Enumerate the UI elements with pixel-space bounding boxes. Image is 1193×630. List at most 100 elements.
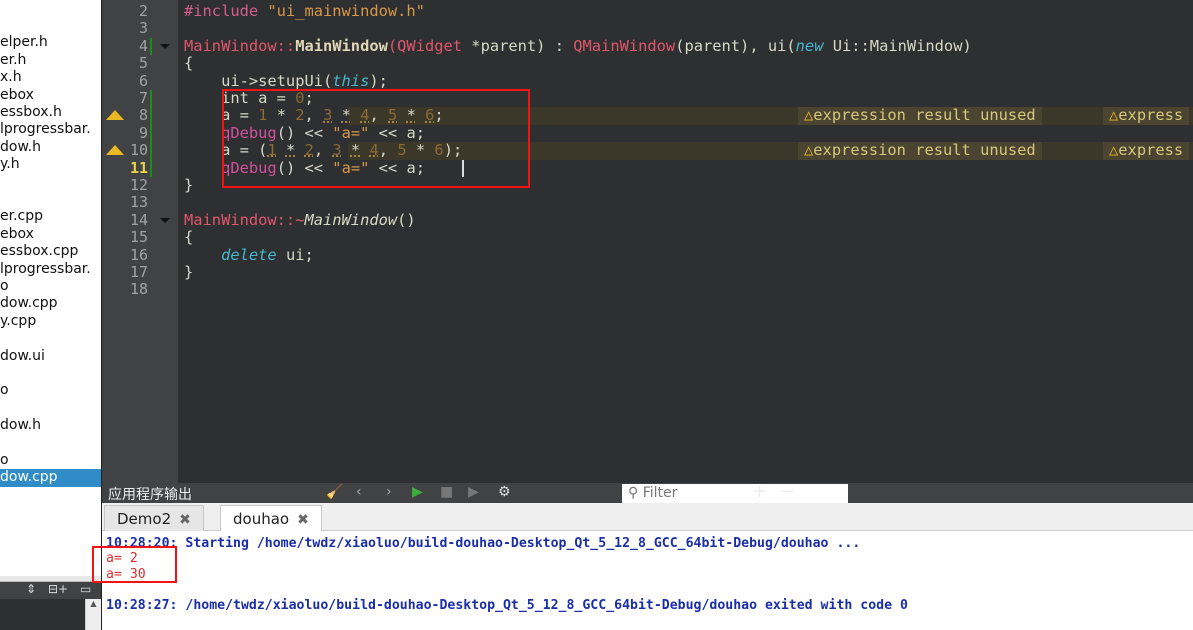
code-token: } [184,263,194,281]
file-item[interactable]: er.h [0,52,101,69]
code-editor[interactable]: #include "ui_mainwindow.h"MainWindow::Ma… [178,0,1193,483]
text-cursor [462,160,464,177]
tab-label: Demo2 [117,510,172,528]
vertical-scrollbar[interactable]: ▲ [85,599,101,630]
close-pane-icon[interactable]: ▭ [80,582,91,596]
file-item[interactable]: essbox.cpp [0,243,101,260]
code-token: new [795,36,833,55]
close-icon[interactable]: ✖ [297,512,309,528]
file-item[interactable]: x.h [0,69,101,86]
file-item[interactable]: essbox.h [0,104,101,121]
warning-annotation[interactable]: △express [1103,141,1190,160]
file-item[interactable]: dow.ui [0,348,101,365]
tab-douhao[interactable]: douhao ✖ [220,505,322,533]
code-token: QMainWindow [573,36,676,55]
gear-icon[interactable]: ⚙ [498,484,511,500]
tab-demo2[interactable]: Demo2 ✖ [104,505,204,532]
stop-icon[interactable]: ■ [440,484,453,500]
code-token: { [184,228,194,247]
file-item[interactable]: ebox [0,226,101,243]
output-panel-title: 应用程序输出 [108,487,192,503]
code-line[interactable]: { [184,54,193,72]
code-token: } [184,176,194,194]
change-marker [150,37,152,56]
warning-text: expression result unused [813,141,1036,160]
file-item[interactable]: lprogressbar. [0,261,101,278]
zoom-in-icon[interactable]: + [752,481,767,502]
file-item[interactable]: dow.cpp [0,295,101,312]
code-token: this [332,71,370,90]
code-token: Ui::MainWindow [832,36,963,55]
line-number: 15 [129,228,148,247]
code-line[interactable]: { [184,228,194,247]
file-item[interactable]: dow.h [0,139,101,156]
file-item[interactable]: y.cpp [0,313,101,330]
file-item[interactable]: dow.h [0,417,101,434]
split-icon[interactable]: ⊟+ [48,582,68,596]
close-icon[interactable]: ✖ [179,512,191,528]
code-token: () [397,210,416,229]
code-token: MainWindow::~ [184,210,305,229]
tab-label: douhao [233,510,290,528]
next-icon[interactable]: › [386,484,392,500]
file-item[interactable]: o [0,278,101,295]
file-item[interactable]: er.cpp [0,208,101,225]
warning-icon[interactable] [106,145,124,156]
file-item[interactable]: dow.cpp [0,469,101,487]
warning-icon: △ [804,141,814,160]
file-item[interactable]: y.h [0,156,101,173]
code-token: ) : [536,36,574,55]
code-line[interactable]: MainWindow::~MainWindow() [184,210,416,229]
line-number: 18 [129,280,148,299]
run-icon[interactable]: ▶ [412,484,423,500]
code-token: MainWindow:: [184,36,296,55]
prev-icon[interactable]: ‹ [356,484,362,500]
line-number: 4 [138,36,148,55]
output-highlight-box [92,546,177,583]
warning-icon: △ [804,106,814,125]
warning-annotation[interactable]: △expression result unused [798,106,1042,125]
warning-icon: △ [1109,141,1119,160]
sort-icon[interactable]: ⇕ [26,582,36,596]
code-token: ui->setupUi( [184,71,333,90]
code-token: ui; [276,245,314,264]
line-number: 7 [138,89,148,107]
fold-arrow-icon[interactable] [160,217,170,223]
file-item[interactable]: lprogressbar. [0,121,101,138]
code-token: (parent), ui( [675,36,796,55]
output-line: 10:28:27: /home/twdz/xiaoluo/build-douha… [106,597,908,613]
file-item[interactable]: elper.h [0,34,101,51]
search-icon: ⚲ [628,485,643,501]
line-number: 17 [129,263,148,281]
file-item[interactable]: ebox [0,87,101,104]
code-line[interactable]: MainWindow::MainWindow(QWidget *parent) … [184,36,972,55]
line-number: 3 [138,19,148,38]
project-tree[interactable]: elper.h er.h x.h ebox essbox.h lprogressbar. d… [0,0,101,576]
code-line[interactable]: } [184,263,194,281]
code-token: #include [184,2,268,20]
clear-icon[interactable]: 🧹 [326,484,343,500]
filter-input[interactable]: ⚲ Filter [622,484,848,503]
zoom-out-icon[interactable]: − [780,481,795,502]
warning-icon[interactable] [106,110,124,121]
code-line[interactable]: #include "ui_mainwindow.h" [184,2,425,20]
warning-annotation[interactable]: △expression result unused [798,141,1042,160]
code-token: MainWindow [304,210,398,229]
warning-icon: △ [1109,106,1119,125]
file-item[interactable]: o [0,382,101,399]
code-line[interactable]: delete ui; [184,245,314,264]
output-panel-header: 应用程序输出 🧹 ‹ › ▶ ■ ▶ ⚙ ⚲ Filter + − [102,481,1193,503]
line-number: 14 [129,210,148,229]
file-item[interactable]: o [0,452,101,469]
attach-debugger-icon[interactable]: ▶ [468,484,479,500]
fold-arrow-icon[interactable] [160,43,170,49]
line-number: 12 [129,176,148,194]
code-line[interactable]: ui->setupUi(this); [184,71,388,90]
code-line[interactable]: } [184,176,194,194]
code-token: ); [369,71,388,90]
warning-annotation[interactable]: △express [1103,106,1190,125]
application-output[interactable]: 10:28:20: Starting /home/twdz/xiaoluo/bu… [102,531,1193,630]
code-token: MainWindow [295,36,388,55]
change-marker [150,90,152,177]
